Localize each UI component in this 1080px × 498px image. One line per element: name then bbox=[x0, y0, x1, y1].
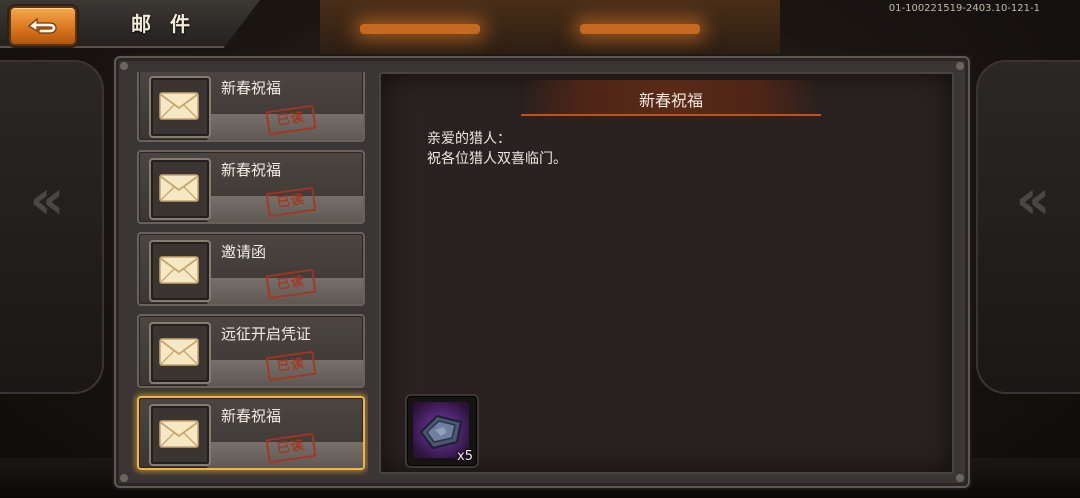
envelope-icon bbox=[159, 420, 199, 448]
mail-item[interactable]: 新春祝福 已读 bbox=[137, 150, 365, 224]
envelope-frame bbox=[149, 404, 211, 466]
mail-title: 新春祝福 bbox=[221, 79, 282, 97]
chevron-left-icon: « bbox=[29, 168, 65, 231]
detail-body: 祝各位猎人双喜临门。 bbox=[427, 151, 567, 167]
mail-title: 新春祝福 bbox=[221, 407, 282, 425]
frame-bolt bbox=[120, 62, 128, 70]
mail-list[interactable]: 新春祝福 已读 新春祝福 已读 邀请函 已读 远征开启凭证 已读 新春祝福 已读 bbox=[131, 72, 368, 476]
frame-bolt bbox=[956, 62, 964, 70]
reward-item-slot[interactable]: x5 bbox=[405, 394, 479, 468]
mail-item[interactable]: 远征开启凭证 已读 bbox=[137, 314, 365, 388]
envelope-icon bbox=[159, 256, 199, 284]
envelope-frame bbox=[149, 158, 211, 220]
detail-greeting: 亲爱的猎人： bbox=[427, 131, 511, 147]
reward-count: x5 bbox=[457, 449, 473, 464]
mail-title: 远征开启凭证 bbox=[221, 325, 312, 343]
envelope-frame bbox=[149, 240, 211, 302]
back-button[interactable] bbox=[9, 6, 77, 46]
mail-detail-panel: 新春祝福 亲爱的猎人： 祝各位猎人双喜临门。 x5 bbox=[379, 72, 954, 474]
mail-item[interactable]: 邀请函 已读 bbox=[137, 232, 365, 306]
envelope-icon bbox=[159, 92, 199, 120]
detail-title: 新春祝福 bbox=[638, 91, 703, 110]
ceiling-light bbox=[360, 24, 480, 34]
mail-item-selected[interactable]: 新春祝福 已读 bbox=[137, 396, 365, 470]
back-arrow-icon bbox=[25, 15, 61, 37]
frame-bolt bbox=[120, 474, 128, 482]
background-ceiling bbox=[320, 0, 780, 60]
envelope-icon bbox=[159, 174, 199, 202]
ceiling-light bbox=[580, 24, 700, 34]
mail-title: 邀请函 bbox=[221, 243, 267, 261]
version-text: 01-100221519-2403.10-121-1 bbox=[888, 3, 1040, 14]
mail-title: 新春祝福 bbox=[221, 161, 282, 179]
mail-item[interactable]: 新春祝福 已读 bbox=[137, 72, 365, 142]
page-title: 邮 件 bbox=[131, 12, 196, 36]
envelope-frame bbox=[149, 76, 211, 138]
envelope-icon bbox=[159, 338, 199, 366]
chevron-right-icon: « bbox=[1015, 168, 1051, 231]
frame-bolt bbox=[956, 474, 964, 482]
envelope-frame bbox=[149, 322, 211, 384]
detail-header: 新春祝福 bbox=[521, 80, 821, 116]
